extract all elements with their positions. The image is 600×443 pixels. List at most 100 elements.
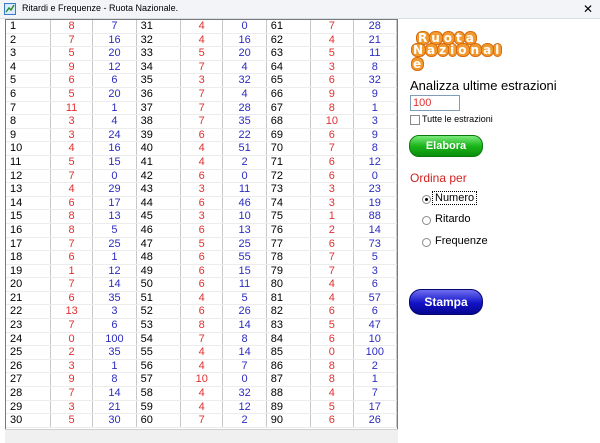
- frequenza-cell: 11: [222, 277, 267, 292]
- table-row: 2 7 16 32 4 16 62 4 21: [6, 33, 398, 48]
- number-cell: 49: [136, 264, 182, 279]
- table-row: 25 2 35 55 4 14 85 0 100: [6, 345, 398, 360]
- frequenza-cell: 1: [92, 359, 137, 374]
- analizza-label: Analizza ultime estrazioni: [410, 78, 557, 93]
- ritardo-cell: 6: [180, 277, 224, 292]
- tutte-estrazioni-label: Tutte le estrazioni: [422, 114, 493, 124]
- number-cell: 8: [6, 114, 51, 129]
- frequenza-cell: 14: [92, 277, 137, 292]
- ritardo-cell: 4: [50, 182, 94, 197]
- table-row: 12 7 0 42 6 0 72 6 0: [6, 169, 398, 184]
- number-cell: 9: [6, 128, 51, 143]
- ritardo-cell: 6: [180, 264, 224, 279]
- number-cell: 78: [266, 250, 312, 265]
- frequenza-cell: 11: [222, 182, 267, 197]
- number-cell: 84: [266, 332, 312, 347]
- number-cell: 14: [6, 196, 51, 211]
- table-row: 6 5 20 36 7 4 66 9 9: [6, 87, 398, 102]
- ritardo-cell: 7: [180, 413, 224, 428]
- number-cell: 87: [266, 372, 312, 388]
- ritardo-cell: 5: [180, 46, 224, 61]
- ritardo-cell: 2: [310, 223, 354, 238]
- ritardo-cell: 6: [180, 223, 224, 238]
- frequenza-cell: 88: [353, 209, 398, 224]
- number-cell: 13: [6, 182, 51, 197]
- table-row: 16 8 5 46 6 13 76 2 14: [6, 223, 398, 238]
- frequenza-cell: 0: [222, 372, 267, 388]
- frequenza-cell: 35: [222, 114, 267, 129]
- number-cell: 63: [266, 46, 312, 61]
- sort-radio-frequenze[interactable]: [422, 238, 431, 247]
- number-cell: 4: [6, 60, 51, 75]
- frequenza-cell: 15: [92, 155, 137, 170]
- frequenza-cell: 32: [353, 73, 398, 88]
- number-cell: 40: [136, 141, 182, 156]
- frequenza-cell: 2: [222, 155, 267, 170]
- frequenza-cell: 8: [92, 372, 137, 388]
- number-cell: 50: [136, 277, 182, 292]
- table-row: 22 13 3 52 6 26 82 6 6: [6, 304, 398, 320]
- frequenza-cell: 2: [222, 413, 267, 428]
- number-cell: 72: [266, 169, 312, 184]
- ritardo-cell: 3: [50, 359, 94, 374]
- frequenza-cell: 4: [222, 60, 267, 75]
- number-cell: 22: [6, 304, 51, 320]
- results-table: 1 8 7 31 4 0 61 7 28 2 7 16 32 4 16 62 4 21 3 5 20 33 5 20 63 5 11…: [6, 20, 398, 428]
- number-cell: 68: [266, 114, 312, 129]
- number-cell: 76: [266, 223, 312, 238]
- frequenza-cell: 12: [92, 60, 137, 75]
- ritardo-cell: 2: [50, 345, 94, 360]
- number-cell: 81: [266, 291, 312, 306]
- frequenza-cell: 8: [353, 60, 398, 75]
- ritardo-cell: 5: [50, 87, 94, 102]
- elabora-button[interactable]: Elabora: [409, 135, 483, 157]
- tutte-estrazioni-checkbox[interactable]: [410, 115, 420, 125]
- results-grid[interactable]: 1 8 7 31 4 0 61 7 28 2 7 16 32 4 16 62 4 21 3 5 20 33 5 20 63 5 11…: [5, 19, 398, 430]
- frequenza-cell: 8: [222, 332, 267, 347]
- sort-radio-ritardo[interactable]: [422, 216, 431, 225]
- window-title: Ritardi e Frequenze - Ruota Nazionale.: [22, 3, 179, 13]
- table-row: 19 1 12 49 6 15 79 7 3: [6, 264, 398, 279]
- ritardo-cell: 6: [180, 250, 224, 265]
- number-cell: 11: [6, 155, 51, 170]
- number-cell: 37: [136, 101, 182, 116]
- frequenza-cell: 3: [353, 114, 398, 129]
- number-cell: 41: [136, 155, 182, 170]
- table-row: 11 5 15 41 4 2 71 6 12: [6, 155, 398, 170]
- ritardo-cell: 10: [310, 114, 354, 129]
- table-row: 5 6 6 35 3 32 65 6 32: [6, 73, 398, 88]
- ruota-nazionale-logo: Ruota Na z i o n a le: [410, 30, 503, 71]
- frequenza-cell: 20: [92, 87, 137, 102]
- number-cell: 46: [136, 223, 182, 238]
- frequenza-cell: 26: [353, 413, 398, 428]
- frequenza-cell: 12: [92, 264, 137, 279]
- stampa-button[interactable]: Stampa: [409, 289, 483, 315]
- table-row: 9 3 24 39 6 22 69 6 9: [6, 128, 398, 143]
- close-icon[interactable]: ✕: [580, 1, 596, 17]
- number-cell: 89: [266, 400, 312, 415]
- ritardo-cell: 5: [310, 400, 354, 415]
- number-cell: 25: [6, 345, 51, 360]
- frequenza-cell: 6: [353, 304, 398, 320]
- ritardo-cell: 8: [310, 359, 354, 374]
- number-cell: 79: [266, 264, 312, 279]
- table-row: 26 3 1 56 4 7 86 8 2: [6, 359, 398, 374]
- number-cell: 24: [6, 332, 51, 347]
- logo-line-2: Na z i o n a le: [411, 43, 503, 71]
- horizontal-scrollbar[interactable]: [5, 429, 398, 443]
- estrazioni-input[interactable]: 100: [410, 95, 460, 111]
- frequenza-cell: 5: [353, 250, 398, 265]
- ritardo-cell: 6: [310, 169, 354, 184]
- number-cell: 35: [136, 73, 182, 88]
- ritardo-cell: 3: [310, 196, 354, 211]
- ritardo-cell: 7: [310, 141, 354, 156]
- sort-radio-numero[interactable]: [422, 195, 431, 204]
- ritardo-cell: 6: [310, 237, 354, 252]
- number-cell: 85: [266, 345, 312, 360]
- number-cell: 74: [266, 196, 312, 211]
- frequenza-cell: 12: [222, 400, 267, 415]
- frequenza-cell: 20: [92, 46, 137, 61]
- frequenza-cell: 14: [92, 386, 137, 401]
- table-row: 29 3 21 59 4 12 89 5 17: [6, 400, 398, 415]
- frequenza-cell: 9: [353, 128, 398, 143]
